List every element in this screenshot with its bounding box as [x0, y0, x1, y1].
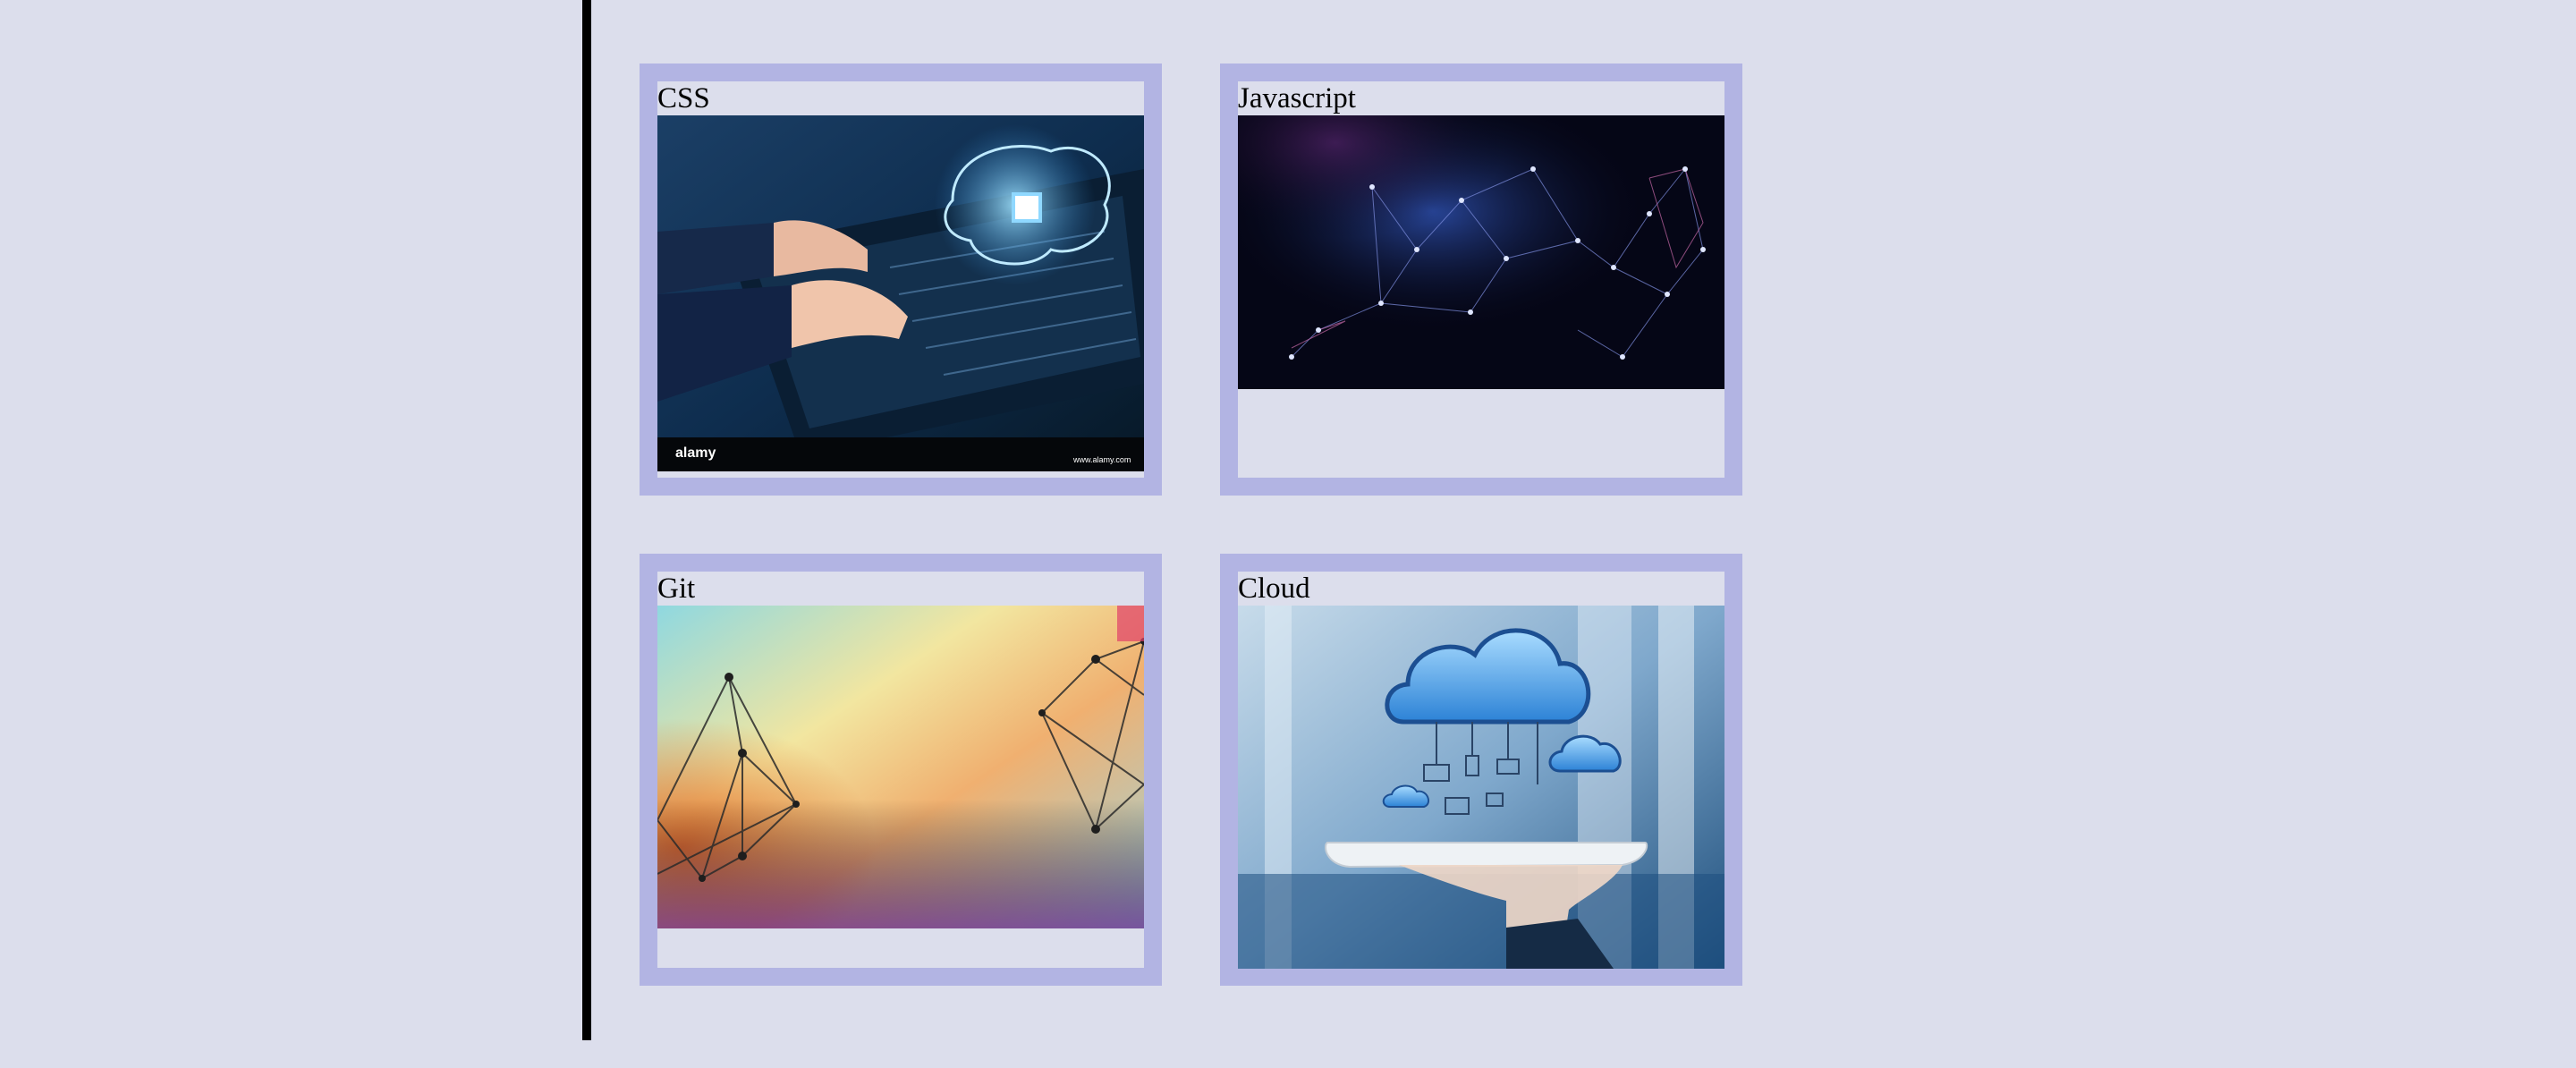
hands-keyboard-brain-image: alamy www.alamy.com [657, 115, 1144, 471]
card-title: Javascript [1238, 82, 1356, 114]
topic-card-javascript[interactable]: Javascript [1220, 64, 1742, 496]
card-title: Git [657, 572, 696, 605]
network-mesh-image [1238, 115, 1724, 389]
card-image-git [657, 606, 1144, 928]
cloud-tablet-image [1238, 606, 1724, 969]
topic-card-cloud[interactable]: Cloud [1220, 554, 1742, 986]
card-image-javascript [1238, 115, 1724, 389]
caption-text: www.alamy.com [1072, 455, 1131, 464]
card-title: Cloud [1238, 572, 1310, 605]
topic-card-git[interactable]: Git [640, 554, 1162, 986]
gradient-polygon-image [657, 606, 1144, 928]
card-title: CSS [657, 82, 710, 114]
vertical-divider [582, 0, 591, 1040]
card-image-cloud [1238, 606, 1724, 969]
watermark-text: alamy [675, 445, 716, 461]
topic-card-css[interactable]: CSS alamy www.alamy.com [640, 64, 1162, 496]
card-image-css: alamy www.alamy.com [657, 115, 1144, 471]
